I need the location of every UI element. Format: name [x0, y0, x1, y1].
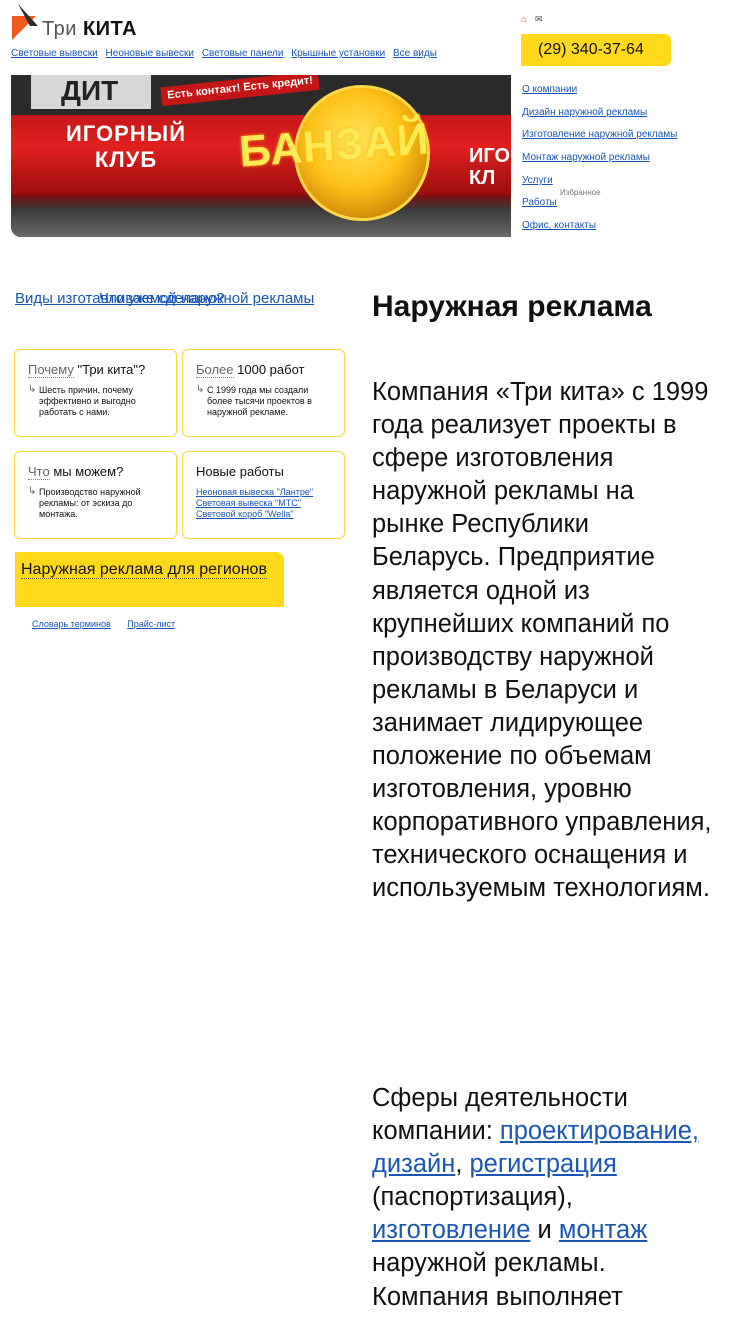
logo-text: Три КИТА — [42, 18, 137, 41]
logo-mark-icon — [12, 4, 38, 40]
side-nav-item-about[interactable]: О компании — [522, 84, 577, 95]
intro-paragraph: Компания «Три кита» с 1999 года реализуе… — [372, 378, 712, 903]
left-top-links: Виды изготавливаемой наружной рекламы Чт… — [15, 290, 315, 326]
side-nav-item-works[interactable]: Работы — [522, 197, 557, 208]
arrow-icon: ↳ — [196, 384, 205, 395]
top-nav-item[interactable]: Неоновые вывески — [106, 48, 195, 59]
why-us-box[interactable]: Почему "Три кита"? ↳ Шесть причин, почему… — [14, 349, 177, 437]
banner-bottom — [11, 195, 511, 237]
glossary-link[interactable]: Словарь терминов — [32, 619, 111, 629]
box-body: ↳ С 1999 года мы создали более тысячи про… — [196, 384, 332, 418]
banner-top-sign: ДИТ — [31, 75, 151, 109]
logo-text-main: КИТА — [82, 18, 137, 40]
price-list-link[interactable]: Прайс-лист — [127, 619, 175, 629]
banner-left-text: ИГОРНЫЙ КЛУБ — [65, 121, 187, 172]
footer-links: Словарь терминов Прайс-лист — [32, 619, 189, 629]
top-nav-item[interactable]: Световые панели — [202, 48, 284, 59]
registration-link[interactable]: регистрация — [470, 1150, 617, 1178]
box-heading: Что мы можем? — [28, 464, 164, 480]
production-link[interactable]: изготовление — [372, 1216, 530, 1244]
box-heading: Более 1000 работ — [196, 362, 332, 378]
new-work-link[interactable]: Неоновая вывеска "Лантре" — [196, 487, 332, 498]
and-word: и — [530, 1216, 559, 1245]
box-body-text: Производство наружной рекламы: от эскиза… — [39, 487, 141, 519]
mounting-link[interactable]: монтаж — [559, 1216, 647, 1244]
side-nav-item-design[interactable]: Дизайн наружной рекламы — [522, 107, 647, 118]
top-nav: Световые вывески Неоновые вывески Светов… — [11, 48, 442, 59]
works-badge: Избранное — [560, 188, 601, 197]
banner-top-text: ДИТ — [61, 75, 119, 106]
more-works-box[interactable]: Более 1000 работ ↳ С 1999 года мы создали… — [182, 349, 345, 437]
box-heading-rest: мы можем? — [49, 464, 124, 479]
mail-icon[interactable]: ✉ — [535, 14, 543, 24]
top-nav-item[interactable]: Световые вывески — [11, 48, 98, 59]
logo-text-prefix: Три — [42, 18, 77, 40]
registration-note: (паспортизация), — [372, 1183, 573, 1212]
banner-right-text: ИГОР КЛ — [469, 145, 511, 189]
phone-number: (29) 340-37-64 — [521, 34, 671, 66]
side-nav-item-mounting[interactable]: Монтаж наружной рекламы — [522, 152, 650, 163]
regions-label: Наружная реклама для регионов — [21, 561, 267, 579]
page-title: Наружная реклама — [372, 290, 652, 323]
top-nav-item[interactable]: Крышные установки — [291, 48, 385, 59]
box-body-text: С 1999 года мы создали более тысячи прое… — [207, 385, 312, 417]
box-body: ↳ Производство наружной рекламы: от эскиз… — [28, 486, 164, 520]
side-nav-item-services[interactable]: Услуги — [522, 175, 553, 186]
new-work-link[interactable]: Световой короб "Wella" — [196, 509, 332, 520]
side-nav-item-contacts[interactable]: Офис, контакты — [522, 220, 596, 231]
new-work-link[interactable]: Световая вывеска "МТС" — [196, 498, 332, 509]
box-heading-rest: 1000 работ — [233, 362, 305, 377]
logo[interactable]: Три КИТА — [10, 4, 160, 42]
box-heading: Почему "Три кита"? — [28, 362, 164, 378]
new-works-links: Неоновая вывеска "Лантре" Световая вывес… — [196, 487, 332, 520]
what-we-can-box[interactable]: Что мы можем? ↳ Производство наружной рек… — [14, 451, 177, 539]
box-heading-rest: "Три кита"? — [73, 362, 146, 377]
done-works-link[interactable]: Что уже сделано? — [99, 290, 225, 307]
header-icons: ⌂ ✉ — [521, 14, 549, 25]
side-nav-item-production[interactable]: Изготовление наружной рекламы — [522, 129, 677, 140]
activities-paragraph: Сферы деятельности компании: проектирова… — [372, 1084, 700, 1311]
home-icon[interactable]: ⌂ — [521, 14, 526, 24]
banner-image: ДИТ Есть контакт! Есть кредит! ИГОРНЫЙ К… — [11, 75, 511, 237]
box-heading-muted: Более — [196, 362, 234, 378]
arrow-icon: ↳ — [28, 384, 37, 395]
box-body-text: Шесть причин, почему эффективно и выгодн… — [39, 385, 136, 417]
regions-button[interactable]: Наружная реклама для регионов — [15, 552, 284, 607]
box-body: ↳ Шесть причин, почему эффективно и выгод… — [28, 384, 164, 418]
top-nav-item[interactable]: Все виды — [393, 48, 437, 59]
arrow-icon: ↳ — [28, 486, 37, 497]
box-heading: Новые работы — [196, 464, 284, 479]
box-heading-muted: Что — [28, 464, 50, 480]
new-works-box: Новые работы Неоновая вывеска "Лантре" С… — [182, 451, 345, 539]
activities-tail: наружной рекламы. Компания выполняет — [372, 1249, 623, 1311]
side-nav-works-wrap: Работы Избранное — [522, 188, 601, 208]
box-heading-muted: Почему — [28, 362, 74, 378]
